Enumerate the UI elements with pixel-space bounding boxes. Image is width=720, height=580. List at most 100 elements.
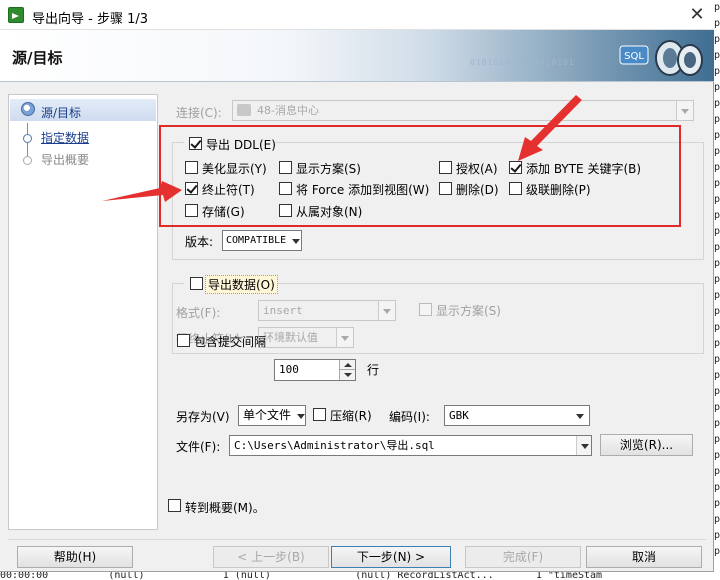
background-cell: p — [714, 18, 720, 29]
help-button[interactable]: 帮助(H) — [17, 546, 133, 568]
background-cell: p — [714, 274, 720, 285]
cancel-button[interactable]: 取消 — [586, 546, 702, 568]
drop-label: 删除(D) — [456, 183, 499, 197]
goto-summary-label: 转到概要(M)。 — [185, 501, 265, 515]
format-label: 格式(F): — [176, 306, 221, 320]
chevron-down-icon — [576, 436, 591, 455]
chevron-down-icon — [288, 231, 301, 250]
background-cell: p — [714, 2, 720, 13]
export-data-checkbox[interactable] — [190, 277, 203, 290]
background-cell: p — [714, 66, 720, 77]
show-schema-label: 显示方案(S) — [296, 162, 361, 176]
grants-checkbox[interactable] — [439, 161, 452, 174]
background-cell: p — [714, 98, 720, 109]
chevron-down-icon — [336, 328, 353, 347]
background-cell: p — [714, 290, 720, 301]
background-cell: p — [714, 194, 720, 205]
export-wizard-dialog: 导出向导 - 步骤 1/3 ✕ 源/目标 010101010101010101 … — [0, 0, 714, 572]
background-cell: p — [714, 338, 720, 349]
grants-label: 授权(A) — [456, 162, 498, 176]
back-button[interactable]: < 上一步(B) — [213, 546, 329, 568]
chevron-down-icon — [378, 301, 395, 320]
compress-checkbox[interactable] — [313, 408, 326, 421]
pretty-print-checkbox[interactable] — [185, 161, 198, 174]
background-cell: p — [714, 514, 720, 525]
page-title: 源/目标 — [12, 49, 63, 67]
background-cell: p — [714, 146, 720, 157]
spinner-down-icon[interactable] — [339, 370, 355, 380]
storage-checkbox[interactable] — [185, 204, 198, 217]
window-title: 导出向导 - 步骤 1/3 — [32, 12, 149, 27]
background-cell: p — [714, 450, 720, 461]
encoding-label: 编码(I): — [389, 410, 430, 424]
step-dot-icon — [23, 134, 32, 143]
background-cell: p — [714, 530, 720, 541]
chevron-down-icon — [572, 406, 589, 425]
version-value: COMPATIBLE — [226, 235, 287, 246]
background-cell: p — [714, 306, 720, 317]
encoding-select[interactable]: GBK — [444, 405, 590, 426]
background-grid-text: ppppppppppppppppppppppppppppppppppp — [714, 0, 720, 560]
show-schema-checkbox[interactable] — [279, 161, 292, 174]
background-cell: p — [714, 178, 720, 189]
title-bar: 导出向导 - 步骤 1/3 ✕ — [0, 0, 714, 30]
steps-panel: 源/目标 指定数据 导出概要 — [8, 94, 158, 530]
format-select[interactable]: insert — [258, 300, 396, 321]
step-source-target[interactable]: 源/目标 — [41, 104, 81, 121]
spinner-up-icon[interactable] — [339, 360, 355, 370]
goto-summary-checkbox[interactable] — [168, 499, 181, 512]
export-data-label: 导出数据(O) — [205, 275, 278, 294]
encoding-value: GBK — [449, 409, 469, 422]
version-select[interactable]: COMPATIBLE — [222, 230, 302, 251]
line-terminator-select[interactable]: 环境默认值 — [258, 327, 354, 348]
terminator-label: 终止符(T) — [202, 183, 255, 197]
export-ddl-checkbox[interactable] — [189, 137, 202, 150]
next-button[interactable]: 下一步(N) > — [331, 546, 451, 568]
background-cell: p — [714, 482, 720, 493]
background-cell: p — [714, 162, 720, 173]
save-as-select[interactable]: 单个文件 — [238, 405, 306, 426]
drop-checkbox[interactable] — [439, 182, 452, 195]
terminator-checkbox[interactable] — [185, 182, 198, 195]
dependent-objects-checkbox[interactable] — [279, 204, 292, 217]
rows-label: 行 — [367, 363, 380, 377]
close-button[interactable]: ✕ — [684, 3, 710, 27]
background-cell: p — [714, 210, 720, 221]
binary-decoration: 010101010101010101 — [470, 58, 575, 67]
cascade-drop-checkbox[interactable] — [509, 182, 522, 195]
background-grid-row: 00:00:00 (null) 1 (null) (null) RecordLi… — [0, 572, 720, 580]
background-cell: p — [714, 82, 720, 93]
step-specify-data[interactable]: 指定数据 — [41, 129, 89, 146]
background-cell: p — [714, 130, 720, 141]
cascade-drop-label: 级联删除(P) — [526, 183, 591, 197]
add-force-to-views-checkbox[interactable] — [279, 182, 292, 195]
background-cell: p — [714, 370, 720, 381]
current-step-icon — [21, 102, 35, 116]
save-as-value: 单个文件 — [243, 408, 292, 422]
save-as-label: 另存为(V) — [176, 410, 230, 424]
step-dot-icon — [23, 156, 32, 165]
chevron-down-icon — [676, 101, 693, 120]
sql-database-logo-icon: SQL — [619, 40, 703, 76]
background-cell: p — [714, 386, 720, 397]
background-cell: p — [714, 546, 720, 557]
format-value: insert — [263, 304, 303, 317]
version-label: 版本: — [185, 235, 214, 249]
commit-interval-spinner[interactable]: 100 — [274, 359, 356, 381]
background-cell: p — [714, 354, 720, 365]
connection-select[interactable]: 48-消息中心 — [232, 100, 694, 121]
line-terminator-value: 环境默认值 — [263, 331, 318, 344]
step-export-summary: 导出概要 — [41, 153, 90, 167]
storage-label: 存储(G) — [202, 205, 245, 219]
add-byte-keyword-checkbox[interactable] — [509, 161, 522, 174]
commit-interval-checkbox[interactable] — [177, 334, 190, 347]
file-label: 文件(F): — [176, 440, 221, 454]
button-bar-divider — [8, 539, 706, 540]
data-show-schema-checkbox[interactable] — [419, 303, 432, 316]
browse-button[interactable]: 浏览(R)... — [600, 434, 693, 456]
file-path-input[interactable]: C:\Users\Administrator\导出.sql — [229, 435, 592, 456]
background-cell: p — [714, 418, 720, 429]
finish-button[interactable]: 完成(F) — [465, 546, 581, 568]
logo-text: SQL — [624, 51, 644, 62]
file-path-value: C:\Users\Administrator\导出.sql — [234, 439, 435, 452]
